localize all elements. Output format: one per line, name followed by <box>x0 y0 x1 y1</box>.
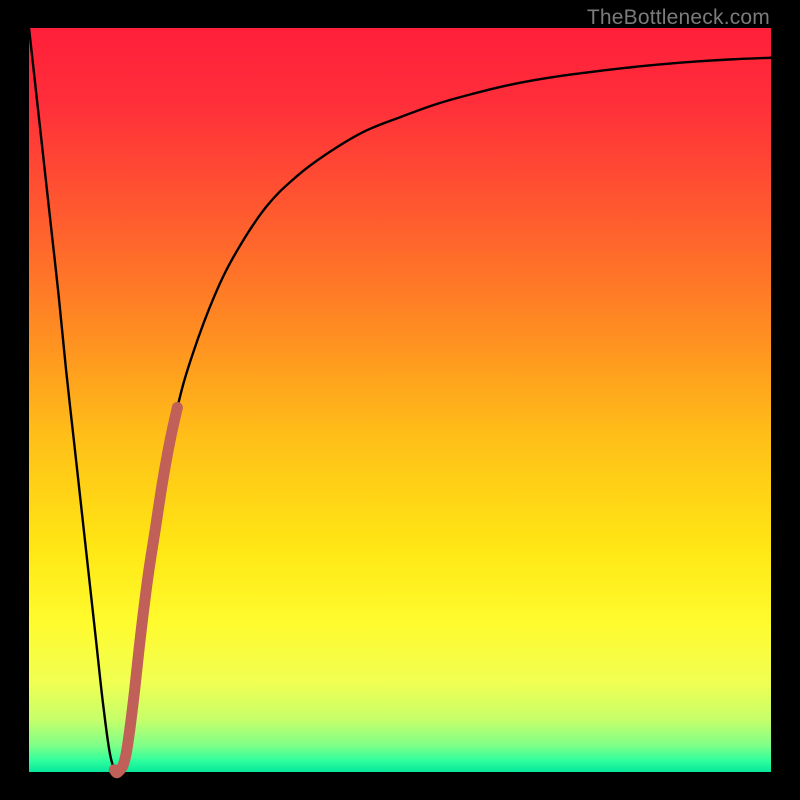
chart-svg <box>29 28 771 772</box>
plot-area <box>29 28 771 772</box>
accent-segment <box>114 407 177 772</box>
outer-frame: TheBottleneck.com <box>0 0 800 800</box>
watermark-text: TheBottleneck.com <box>587 6 770 30</box>
